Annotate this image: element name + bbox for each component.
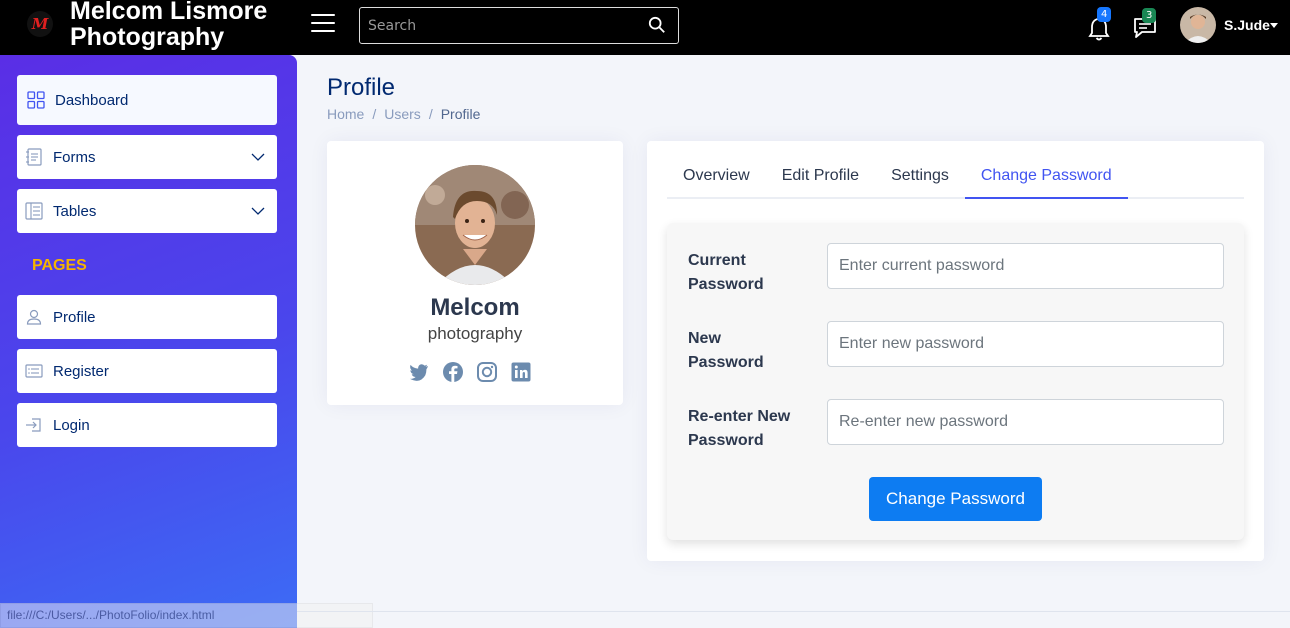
brand-line-2: Photography xyxy=(70,23,225,51)
twitter-icon[interactable] xyxy=(408,361,430,383)
tab-settings[interactable]: Settings xyxy=(875,161,965,199)
sidebar-item-label: Login xyxy=(53,416,90,434)
layout-text-icon xyxy=(25,202,43,220)
profile-name: Melcom xyxy=(430,294,520,321)
sidebar-item-label: Forms xyxy=(53,148,96,166)
current-password-label: Current Password xyxy=(688,252,764,293)
new-password-field[interactable] xyxy=(827,321,1224,367)
breadcrumb-separator: / xyxy=(372,106,377,122)
profile-card: Melcom photography xyxy=(327,141,623,405)
tab-edit-profile[interactable]: Edit Profile xyxy=(766,161,875,199)
linkedin-icon[interactable] xyxy=(510,361,532,383)
search-bar xyxy=(359,7,679,44)
sidebar-item-label: Tables xyxy=(53,202,97,220)
search-input[interactable] xyxy=(360,8,640,43)
notifications-button[interactable]: 4 xyxy=(1085,7,1113,41)
sidebar-item-tables[interactable]: Tables xyxy=(17,189,277,233)
chevron-down-icon[interactable] xyxy=(1270,23,1278,28)
facebook-icon[interactable] xyxy=(442,361,464,383)
sidebar-item-label: Register xyxy=(53,362,109,380)
breadcrumb-users[interactable]: Users xyxy=(384,106,421,122)
sidebar-item-register[interactable]: Register xyxy=(17,349,277,393)
messages-button[interactable]: 3 xyxy=(1131,8,1159,40)
social-links xyxy=(408,361,532,383)
grid-icon xyxy=(27,91,45,109)
sidebar-item-profile[interactable]: Profile xyxy=(17,295,277,339)
messages-badge: 3 xyxy=(1142,8,1157,23)
logo[interactable]: M xyxy=(27,11,53,37)
password-card: Overview Edit Profile Settings Change Pa… xyxy=(647,141,1264,561)
status-bar-url: file:///C:/Users/.../PhotoFolio/index.ht… xyxy=(0,603,373,628)
page-title: Profile xyxy=(327,74,396,101)
tab-overview[interactable]: Overview xyxy=(667,161,766,199)
chevron-down-icon xyxy=(251,207,265,215)
notifications-badge: 4 xyxy=(1097,7,1112,22)
sidebar-item-label: Profile xyxy=(53,308,96,326)
logo-letter: M xyxy=(31,15,49,33)
change-password-button[interactable]: Change Password xyxy=(869,477,1042,521)
profile-avatar xyxy=(415,165,535,285)
search-icon[interactable] xyxy=(648,16,666,34)
profile-tabs: Overview Edit Profile Settings Change Pa… xyxy=(667,161,1244,199)
renew-password-field[interactable] xyxy=(827,399,1224,445)
brand-title[interactable]: Melcom Lismore Photography xyxy=(70,0,267,50)
pages-heading: PAGES xyxy=(32,257,87,274)
top-header: M Melcom Lismore Photography 4 3 S.Jude xyxy=(0,0,1290,55)
sidebar-item-dashboard[interactable]: Dashboard xyxy=(17,75,277,125)
card-list-icon xyxy=(25,364,43,378)
sidebar-item-forms[interactable]: Forms xyxy=(17,135,277,179)
breadcrumb-current: Profile xyxy=(440,106,481,122)
menu-toggle-icon[interactable] xyxy=(311,14,335,34)
user-name[interactable]: S.Jude xyxy=(1224,17,1270,33)
renew-password-label: Re-enter New Password xyxy=(688,408,791,449)
profile-role: photography xyxy=(427,324,523,343)
box-arrow-in-right-icon xyxy=(26,418,41,432)
user-avatar[interactable] xyxy=(1180,7,1216,43)
current-password-field[interactable] xyxy=(827,243,1224,289)
change-password-form: Current Password New Password Re-enter N… xyxy=(667,223,1244,540)
breadcrumb-separator: / xyxy=(428,106,433,122)
breadcrumb: Home / Users / Profile xyxy=(327,106,480,122)
footer-divider xyxy=(297,611,1290,612)
sidebar-item-login[interactable]: Login xyxy=(17,403,277,447)
brand-line-1: Melcom Lismore xyxy=(70,0,268,25)
person-icon xyxy=(26,309,42,325)
chevron-down-icon xyxy=(251,153,265,161)
breadcrumb-home[interactable]: Home xyxy=(327,106,364,122)
journal-text-icon xyxy=(26,148,42,166)
tab-change-password[interactable]: Change Password xyxy=(964,161,1128,199)
instagram-icon[interactable] xyxy=(476,361,498,383)
new-password-label: New Password xyxy=(688,330,764,371)
sidebar-item-label: Dashboard xyxy=(55,91,129,109)
sidebar: Dashboard Forms Tables PAGES Profile Reg… xyxy=(0,55,297,628)
